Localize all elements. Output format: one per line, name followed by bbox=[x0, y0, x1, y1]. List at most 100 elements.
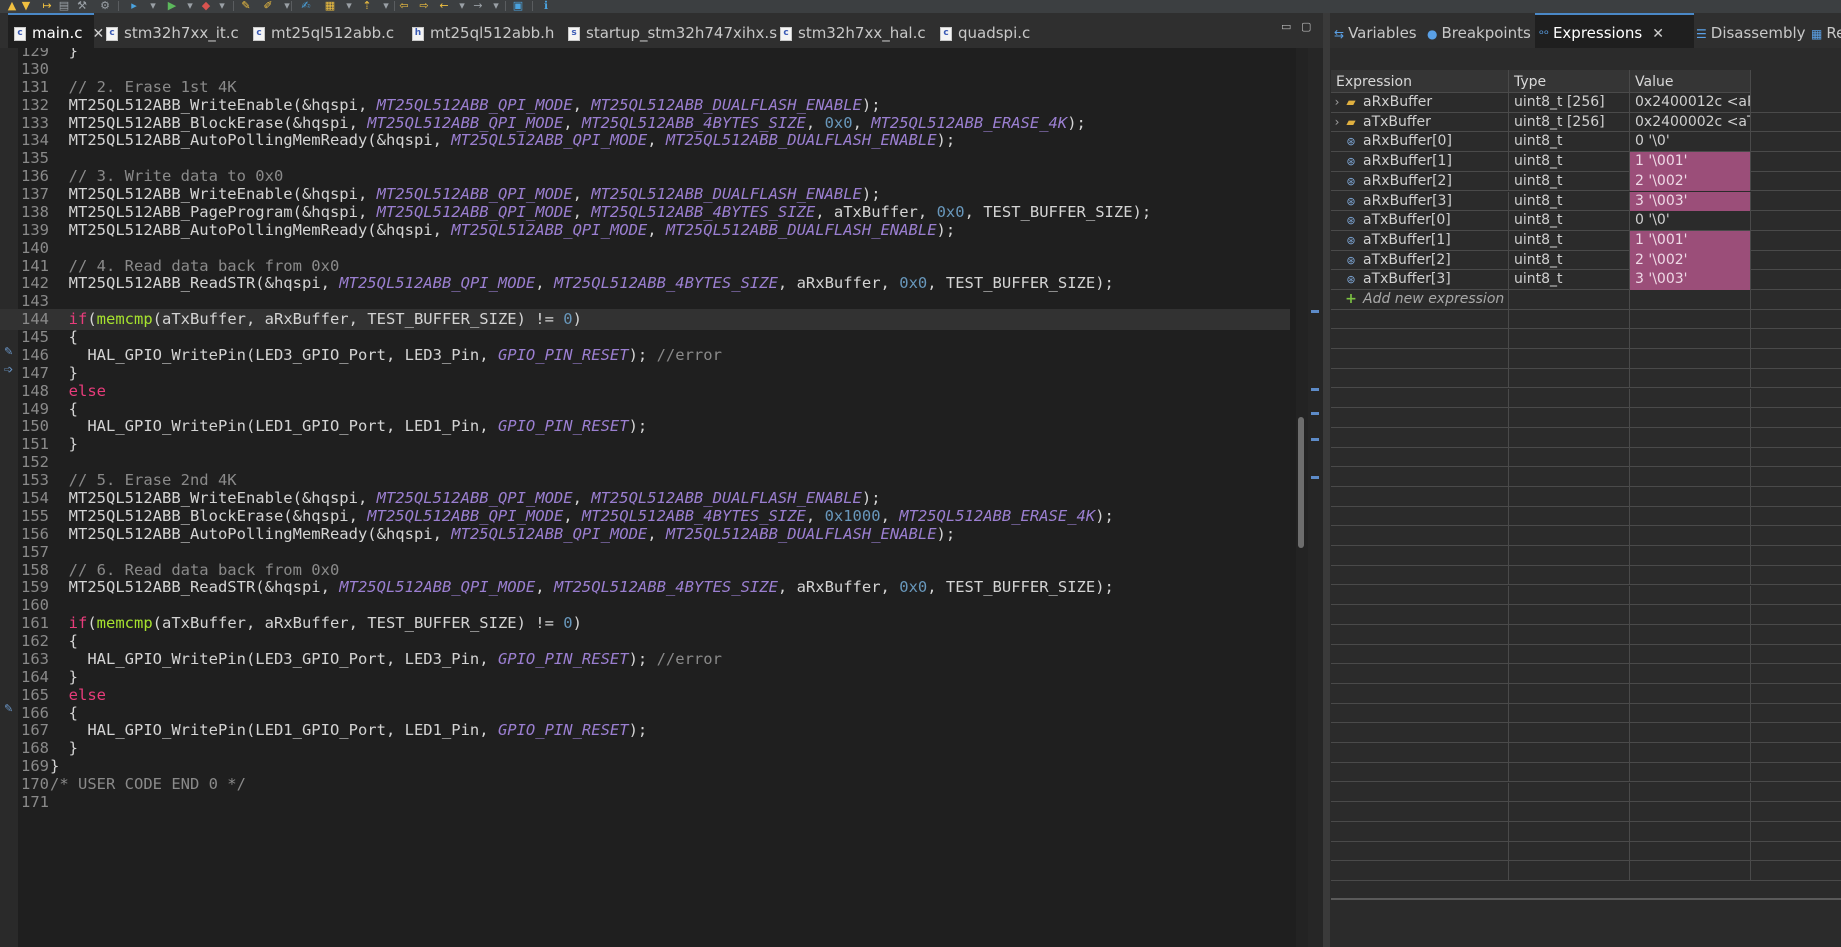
add-expression-row[interactable]: + Add new expression bbox=[1331, 290, 1841, 310]
panel-icon[interactable]: ▣ bbox=[512, 0, 524, 12]
tab-main-c[interactable]: c main.c ✕ bbox=[8, 13, 104, 50]
expression-row[interactable]: ⊛ aRxBuffer[0] uint8_t 0 '\0' bbox=[1331, 132, 1841, 153]
expression-row[interactable]: ⊛ aTxBuffer[0] uint8_t 0 '\0' bbox=[1331, 211, 1841, 231]
dropdown-icon[interactable]: ▾ bbox=[184, 0, 196, 12]
expression-cell[interactable]: ⊛ aTxBuffer[3] bbox=[1331, 270, 1509, 290]
code-token: GPIO_PIN_RESET bbox=[497, 649, 629, 668]
overview-ruler-mark[interactable] bbox=[1311, 310, 1319, 313]
pen-icon[interactable]: ✐ bbox=[262, 0, 274, 12]
toolbar-icon[interactable]: ▤ bbox=[58, 0, 70, 12]
expression-row[interactable]: ›▰ aRxBuffer uint8_t [256]0x2400012c <aRx.… bbox=[1331, 93, 1841, 113]
expression-row[interactable]: ⊛ aTxBuffer[3] uint8_t 3 '\003' bbox=[1331, 270, 1841, 290]
breakpoint-marker-icon[interactable]: ✎ bbox=[4, 345, 13, 358]
expression-row[interactable]: ⊛ aTxBuffer[2] uint8_t 2 '\002' bbox=[1331, 250, 1841, 271]
tab-mt25ql512abb-h[interactable]: h mt25ql512abb.h bbox=[412, 13, 554, 48]
memory-icon[interactable]: ▦ bbox=[324, 0, 336, 12]
tab-mt25ql512abb-c[interactable]: c mt25ql512abb.c bbox=[253, 13, 394, 48]
tab-label: mt25ql512abb.h bbox=[430, 24, 555, 42]
close-icon[interactable]: ✕ bbox=[1652, 26, 1664, 42]
dropdown-icon[interactable]: ▾ bbox=[216, 0, 228, 12]
overview-ruler-mark[interactable] bbox=[1311, 388, 1319, 391]
tab-breakpoints[interactable]: ● Breakpoints bbox=[1427, 13, 1531, 48]
code-token: 0x0 bbox=[899, 274, 928, 293]
breakpoint-marker-icon[interactable]: ✎ bbox=[4, 702, 13, 715]
run-icon[interactable]: ▸ bbox=[128, 0, 140, 12]
column-header-value[interactable]: Value bbox=[1630, 70, 1751, 93]
maximize-icon[interactable]: ▢ bbox=[1301, 21, 1313, 32]
build-icon[interactable]: ⚒ bbox=[76, 0, 88, 12]
expression-cell[interactable]: ⊛ aRxBuffer[0] bbox=[1331, 132, 1509, 153]
value-cell[interactable]: 2 '\002' bbox=[1630, 171, 1751, 192]
value-cell[interactable]: 3 '\003' bbox=[1630, 191, 1751, 212]
code-token: ); bbox=[628, 649, 657, 668]
tab-variables[interactable]: ⇆ Variables bbox=[1334, 13, 1417, 48]
code-editor[interactable]: 129 } 130 131 // 2. Erase 1st 4K 132 MT25QL… bbox=[0, 48, 1323, 947]
expression-cell[interactable]: ⊛ aTxBuffer[1] bbox=[1331, 230, 1509, 251]
tab-expressions[interactable]: ᵒᵒ Expressions ✕ bbox=[1535, 13, 1694, 50]
code-token: if bbox=[50, 614, 88, 633]
tab-stm32h7xx-it-c[interactable]: c stm32h7xx_it.c bbox=[106, 13, 239, 48]
toggle-icon[interactable]: ✍ bbox=[300, 0, 312, 12]
tab-stm32h7xx-hal-c[interactable]: c stm32h7xx_hal.c bbox=[780, 13, 926, 48]
tab-quadspi-c[interactable]: c quadspi.c bbox=[940, 13, 1030, 48]
expression-cell[interactable]: › ▰ aTxBuffer bbox=[1331, 112, 1509, 133]
back-icon[interactable]: ⇦ bbox=[398, 0, 410, 12]
editor-scroll-thumb[interactable] bbox=[1298, 417, 1304, 548]
expression-row[interactable]: ⊛ aRxBuffer[2] uint8_t 2 '\002' bbox=[1331, 171, 1841, 192]
value-cell[interactable]: 1 '\001' bbox=[1630, 152, 1751, 172]
expression-cell[interactable]: ⊛ aRxBuffer[3] bbox=[1331, 191, 1509, 212]
info-icon[interactable]: ℹ bbox=[540, 0, 552, 12]
expression-cell[interactable]: ⊛ aRxBuffer[1] bbox=[1331, 152, 1509, 172]
settings-icon[interactable]: ⚙ bbox=[99, 0, 111, 12]
dropdown-icon[interactable]: ▾ bbox=[147, 0, 159, 12]
forward-icon[interactable]: ⇨ bbox=[418, 0, 430, 12]
expression-row[interactable]: ⊛ aRxBuffer[3] uint8_t 3 '\003' bbox=[1331, 191, 1841, 212]
prev-icon[interactable]: ← bbox=[438, 0, 450, 12]
minimize-icon[interactable]: ▭ bbox=[1281, 21, 1293, 32]
add-expression-cell[interactable]: + Add new expression bbox=[1331, 290, 1509, 310]
code-line[interactable]: 171 bbox=[0, 792, 1290, 813]
expression-row[interactable]: ⊛ aTxBuffer[1] uint8_t 1 '\001' bbox=[1331, 230, 1841, 251]
expression-cell[interactable]: ⊛ aTxBuffer[0] bbox=[1331, 211, 1509, 231]
value-cell[interactable]: 0 '\0' bbox=[1630, 211, 1751, 231]
close-icon[interactable]: ✕ bbox=[93, 26, 105, 42]
step-icon[interactable]: ↦ bbox=[41, 0, 53, 12]
value-cell[interactable]: 1 '\001' bbox=[1630, 230, 1751, 251]
debug-toolbar-icon[interactable]: ▼ bbox=[20, 0, 32, 12]
column-header-expression[interactable]: Expression bbox=[1331, 70, 1509, 93]
tab-startup-s[interactable]: s startup_stm32h747xihx.s bbox=[568, 13, 777, 48]
empty-row bbox=[1331, 565, 1841, 586]
dropdown-icon[interactable]: ▾ bbox=[343, 0, 355, 12]
overview-ruler-mark[interactable] bbox=[1311, 476, 1319, 479]
overview-ruler[interactable] bbox=[1308, 48, 1323, 947]
edit-icon[interactable]: ✎ bbox=[240, 0, 252, 12]
expression-cell[interactable]: › ▰ aRxBuffer bbox=[1331, 93, 1509, 113]
expression-cell[interactable]: ⊛ aTxBuffer[2] bbox=[1331, 250, 1509, 271]
overview-ruler-mark[interactable] bbox=[1311, 412, 1319, 415]
debug-toolbar-icon[interactable]: ▲ bbox=[6, 0, 18, 12]
value-cell[interactable]: 0x2400012c <aRx... bbox=[1630, 93, 1751, 113]
value-cell[interactable]: 3 '\003' bbox=[1630, 270, 1751, 290]
expression-row[interactable]: ›▰ aTxBuffer uint8_t [256]0x2400002c <aTx.… bbox=[1331, 112, 1841, 133]
view-splitter[interactable] bbox=[1323, 13, 1330, 947]
value-cell[interactable]: 0 '\0' bbox=[1630, 132, 1751, 153]
expression-cell[interactable]: ⊛ aRxBuffer[2] bbox=[1331, 171, 1509, 192]
column-header-type[interactable]: Type bbox=[1509, 70, 1630, 93]
resume-icon[interactable]: ▶ bbox=[166, 0, 178, 12]
dropdown-icon[interactable]: ▾ bbox=[380, 0, 392, 12]
dropdown-icon[interactable]: ▾ bbox=[490, 0, 502, 12]
tab-registers[interactable]: ▦Registe bbox=[1811, 13, 1841, 48]
tab-disassembly[interactable]: ☰ Disassembly bbox=[1696, 13, 1806, 48]
dropdown-icon[interactable]: ▾ bbox=[456, 0, 468, 12]
value-cell[interactable]: 0x2400002c <aTx... bbox=[1630, 112, 1751, 133]
expression-row[interactable]: ⊛ aRxBuffer[1] uint8_t 1 '\001' bbox=[1331, 152, 1841, 172]
next-icon[interactable]: → bbox=[472, 0, 484, 12]
ide-window: ▲ ▼ ↦ ▤ ⚒ ⚙ ▸ ▾ ▶ ▾ ◆ ▾ ✎ ✐ ▾ ✍ ▦ ▾ ⇡ ▾ ⇦ ⇨ ← ▾ → ▾ ▣ ℹ c main.c ✕ cs… bbox=[0, 0, 1841, 947]
expand-chevron-icon[interactable]: › bbox=[1331, 113, 1343, 133]
expand-chevron-icon[interactable]: › bbox=[1331, 93, 1343, 113]
add-expression-label: Add new expression bbox=[1363, 291, 1505, 307]
up-icon[interactable]: ⇡ bbox=[361, 0, 373, 12]
value-cell[interactable]: 2 '\002' bbox=[1630, 250, 1751, 271]
overview-ruler-mark[interactable] bbox=[1311, 438, 1319, 441]
debug-icon[interactable]: ◆ bbox=[200, 0, 212, 12]
